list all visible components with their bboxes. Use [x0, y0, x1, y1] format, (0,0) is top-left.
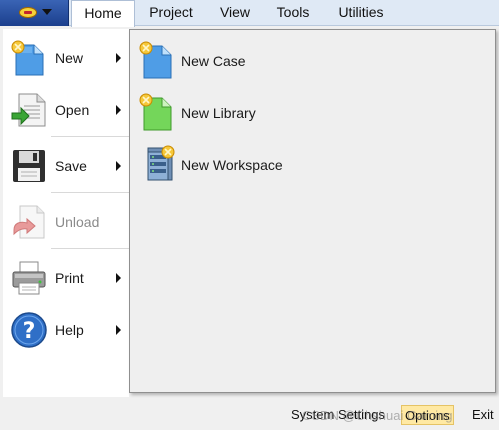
menu-item-open-label: Open: [55, 102, 90, 118]
new-workspace-icon: [147, 145, 175, 181]
app-logo-icon: [19, 7, 37, 18]
new-document-icon: [11, 40, 44, 76]
tab-project[interactable]: Project: [138, 0, 204, 26]
open-document-icon: [11, 93, 46, 127]
new-case-icon: [139, 41, 172, 79]
tab-tools[interactable]: Tools: [266, 0, 320, 26]
menu-item-print[interactable]: Print: [3, 251, 129, 303]
tab-home[interactable]: Home: [71, 0, 135, 27]
menu-item-save[interactable]: Save: [3, 139, 129, 191]
submenu-item-new-library-label: New Library: [181, 105, 256, 121]
menu-item-new[interactable]: New: [3, 31, 129, 83]
floppy-disk-icon: [13, 150, 45, 182]
chevron-right-icon: [116, 325, 121, 335]
submenu-item-new-workspace[interactable]: New Workspace: [136, 139, 476, 187]
application-menu-list: New Open Save Unload Print ? Help: [3, 29, 129, 397]
unload-icon: [13, 205, 45, 239]
menu-item-new-label: New: [55, 50, 84, 66]
submenu-item-new-case-label: New Case: [181, 53, 246, 69]
menu-item-unload-label: Unload: [55, 214, 100, 230]
help-icon: ?: [11, 312, 47, 348]
menu-item-unload: Unload: [3, 195, 129, 247]
tab-view[interactable]: View: [210, 0, 260, 26]
tab-utilities[interactable]: Utilities: [328, 0, 394, 26]
printer-icon: [12, 261, 46, 295]
menu-item-print-label: Print: [55, 270, 84, 286]
chevron-right-icon: [116, 161, 121, 171]
new-submenu: New Case New Library New Workspace: [129, 29, 496, 393]
application-menu-button[interactable]: [0, 0, 69, 26]
chevron-right-icon: [116, 273, 121, 283]
watermark-text: CSDN @Chshuai Gaming: [302, 408, 453, 423]
menu-divider: [51, 192, 129, 193]
menu-item-save-label: Save: [55, 158, 87, 174]
svg-text:?: ?: [23, 319, 36, 344]
submenu-item-new-workspace-label: New Workspace: [181, 157, 283, 173]
chevron-down-icon: [42, 9, 52, 15]
submenu-item-new-case[interactable]: New Case: [136, 35, 476, 83]
menu-divider: [51, 248, 129, 249]
submenu-item-new-library[interactable]: New Library: [136, 87, 476, 135]
menu-item-help[interactable]: ? Help: [3, 303, 129, 355]
menu-item-open[interactable]: Open: [3, 83, 129, 135]
new-library-icon: [139, 93, 172, 131]
menu-divider: [51, 136, 129, 137]
chevron-right-icon: [116, 53, 121, 63]
menu-item-help-label: Help: [55, 322, 84, 338]
exit-button[interactable]: Exit: [472, 405, 494, 425]
menu-bar: Home Project View Tools Utilities: [0, 0, 499, 27]
chevron-right-icon: [116, 105, 121, 115]
